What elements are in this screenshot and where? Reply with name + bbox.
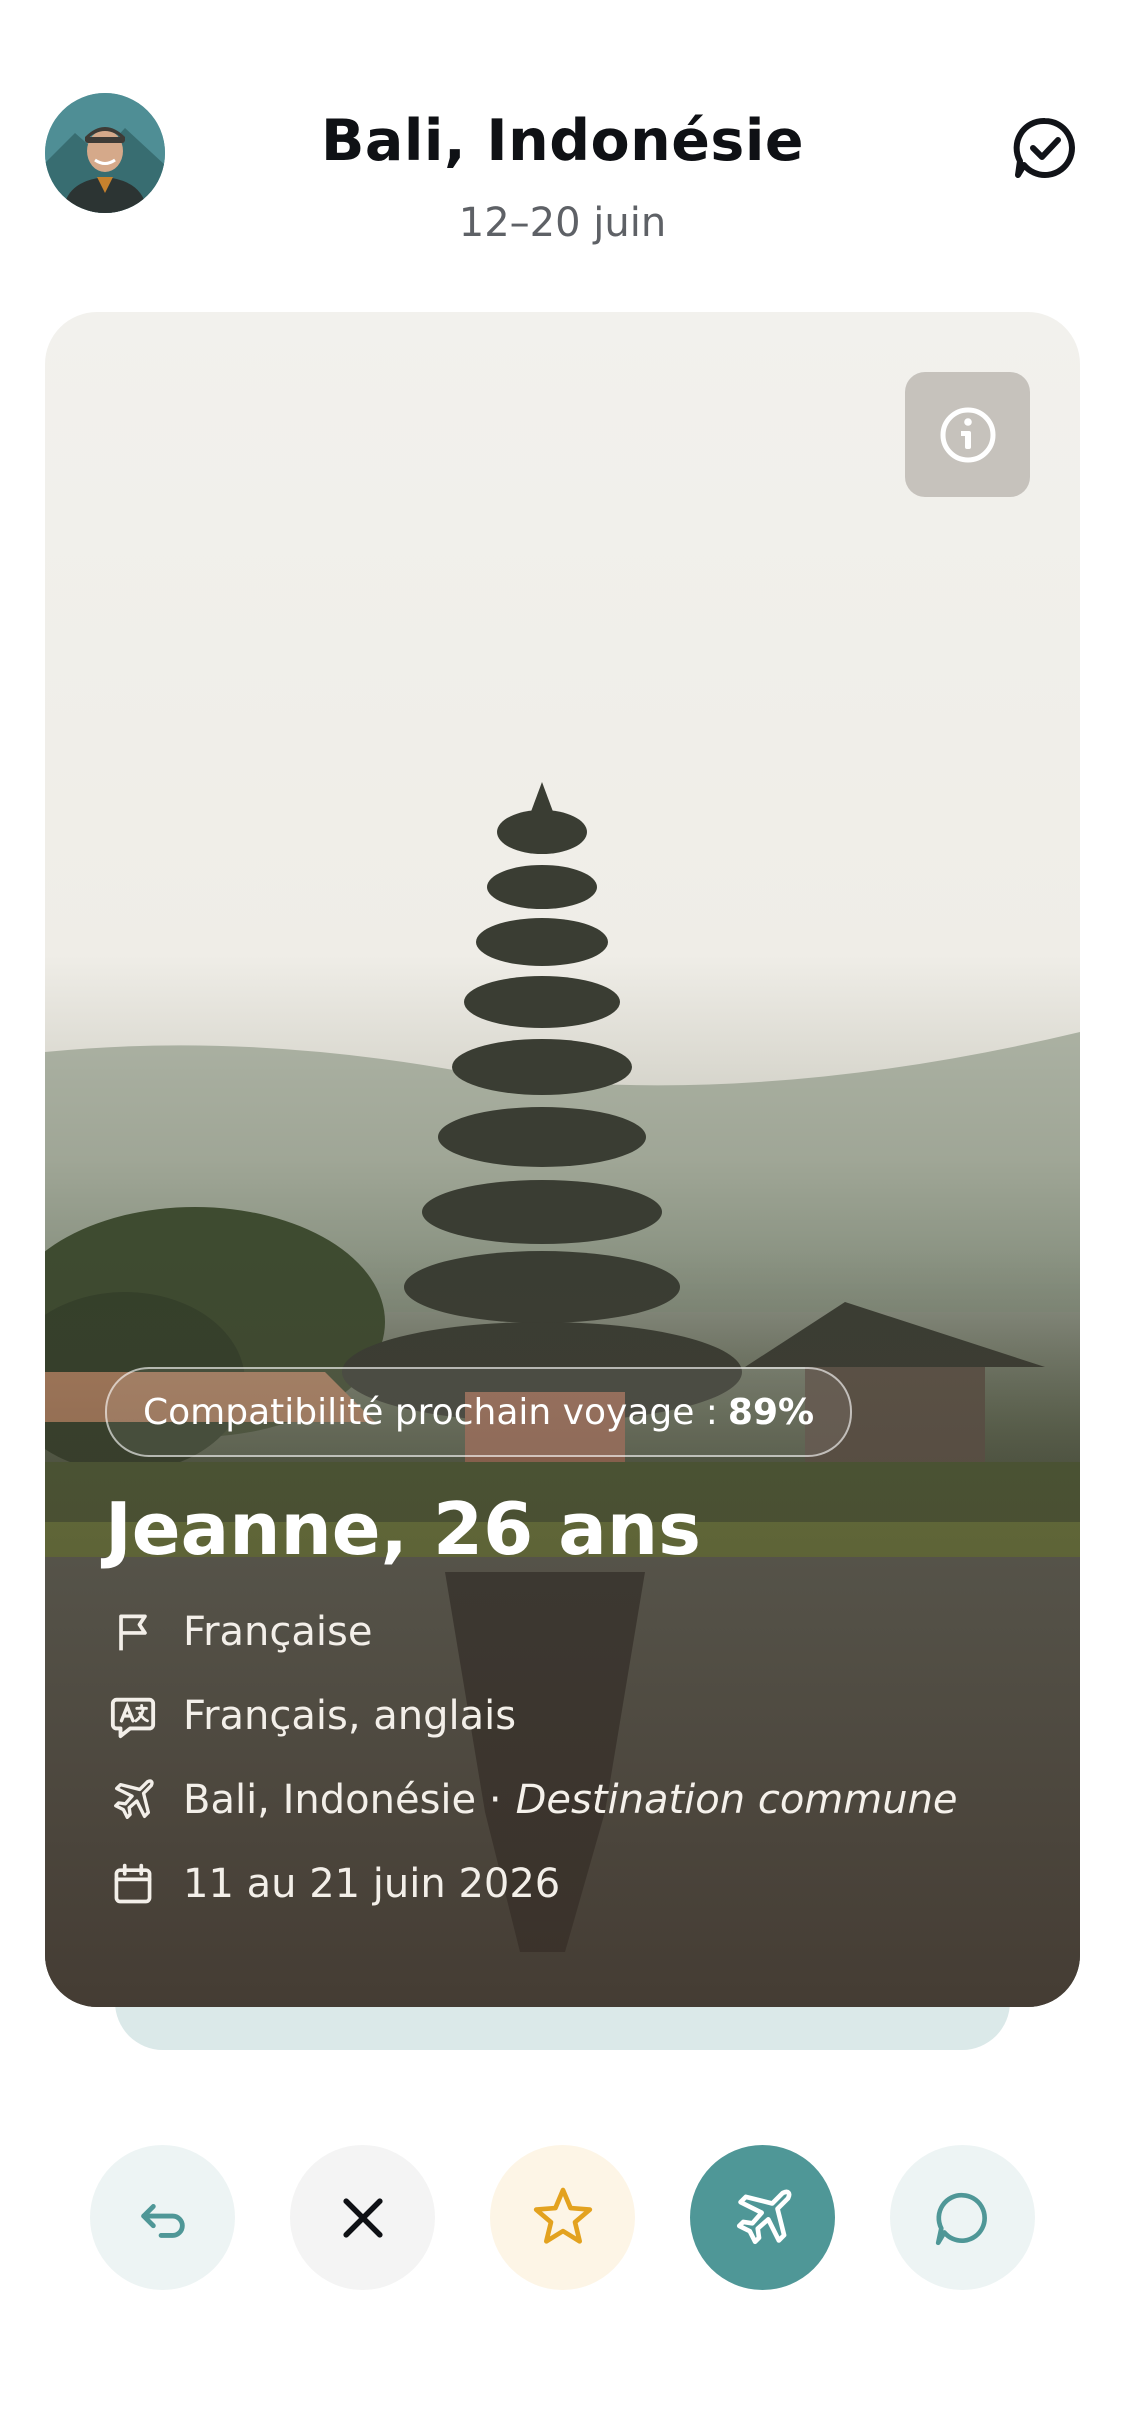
destination-row: Bali, Indonésie · Destination commune: [105, 1770, 958, 1830]
destination-text: Bali, Indonésie ·: [183, 1777, 502, 1823]
plane-icon: [105, 1772, 161, 1828]
info-icon: [940, 407, 995, 462]
destination-note: Destination commune: [515, 1777, 958, 1823]
compatibility-value: 89%: [727, 1391, 815, 1433]
close-icon: [342, 2197, 383, 2238]
message-button[interactable]: [890, 2145, 1035, 2290]
nationality-row: Française: [105, 1602, 372, 1662]
undo-button[interactable]: [90, 2145, 235, 2290]
plane-icon: [736, 2189, 791, 2244]
chat-icon: [935, 2192, 987, 2245]
chat-check-icon[interactable]: [1010, 113, 1080, 183]
trip-dates: 12–20 juin: [458, 200, 667, 246]
languages-row: Français, anglais: [105, 1686, 516, 1746]
star-icon: [533, 2187, 592, 2244]
reject-button[interactable]: [290, 2145, 435, 2290]
profile-card[interactable]: Compatibilité prochain voyage : 89% Jean…: [45, 312, 1080, 2007]
calendar-icon: [105, 1856, 161, 1912]
compatibility-label: Compatibilité prochain voyage :: [143, 1391, 718, 1433]
info-button[interactable]: [905, 372, 1030, 497]
undo-icon: [140, 2203, 185, 2238]
compatibility-badge: Compatibilité prochain voyage : 89%: [105, 1367, 853, 1457]
languages-text: Français, anglais: [183, 1693, 517, 1739]
dates-text: 11 au 21 juin 2026: [183, 1861, 561, 1907]
action-bar: [0, 2145, 1125, 2290]
page-title: Bali, Indonésie: [320, 108, 805, 174]
favorite-button[interactable]: [490, 2145, 635, 2290]
travel-together-button[interactable]: [690, 2145, 835, 2290]
profile-name-age: Jeanne, 26 ans: [105, 1487, 701, 1571]
dates-row: 11 au 21 juin 2026: [105, 1854, 560, 1914]
nationality-text: Française: [183, 1609, 373, 1655]
language-icon: [105, 1688, 161, 1744]
flag-icon: [105, 1604, 161, 1660]
